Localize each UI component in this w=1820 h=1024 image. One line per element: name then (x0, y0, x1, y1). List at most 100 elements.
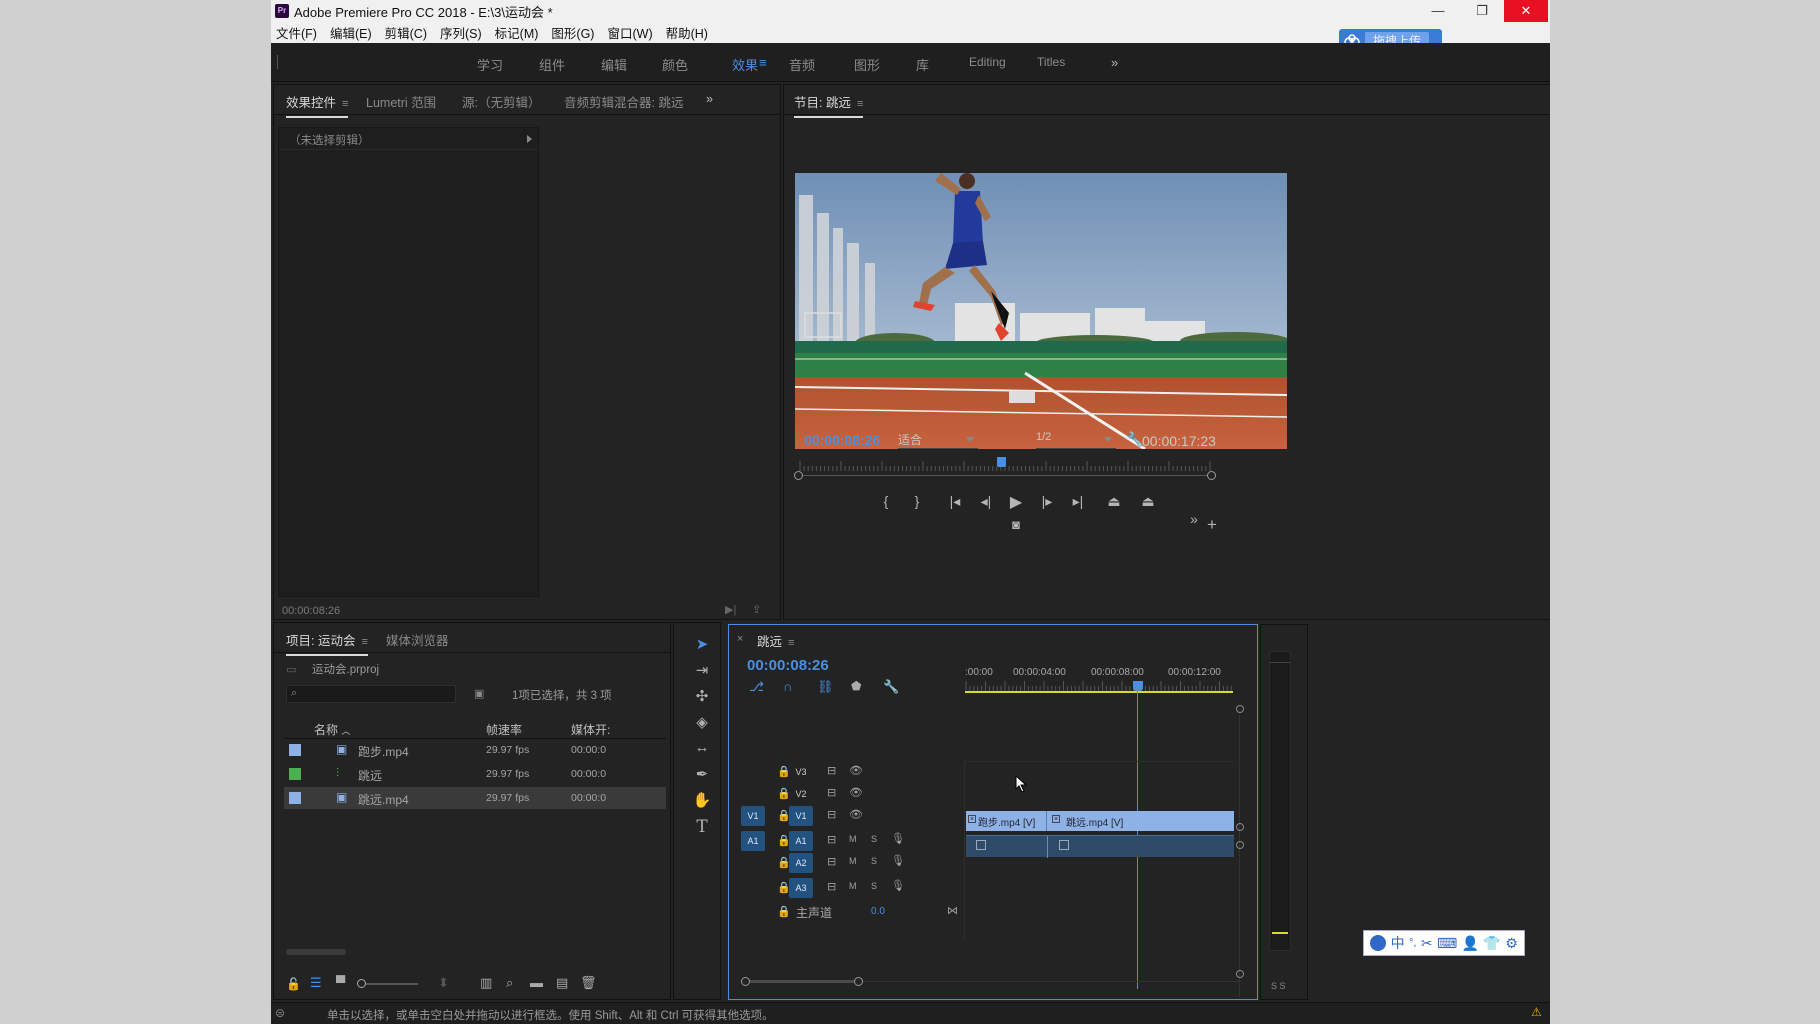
pen-tool-icon[interactable]: ✒ (689, 765, 715, 787)
label-color-swatch[interactable] (289, 744, 301, 756)
resolution-dropdown[interactable]: 1/2 (1036, 431, 1116, 449)
workspace-learn[interactable]: 学习 (477, 55, 503, 74)
workspace-libraries[interactable]: 库 (916, 55, 929, 74)
go-to-in-button[interactable]: |◂ (945, 493, 965, 510)
workspace-menu-icon[interactable]: ≡ (759, 55, 767, 70)
menu-file[interactable]: 文件(F) (276, 23, 317, 42)
source-patch-a1[interactable]: A1 (741, 831, 765, 851)
ime-scissors-icon[interactable]: ✂ (1421, 935, 1433, 952)
menu-sequence[interactable]: 序列(S) (440, 23, 482, 42)
tab-program[interactable]: 节目: 跳远 ≡ (794, 92, 864, 118)
timeline-settings-icon[interactable]: 🔧 (883, 679, 899, 695)
column-name[interactable]: 名称 ︿ (314, 721, 350, 738)
hand-tool-icon[interactable]: ✋ (689, 791, 715, 813)
vscroll-handle-audio[interactable] (1236, 841, 1244, 849)
program-current-timecode[interactable]: 00:00:08:26 (804, 432, 880, 448)
workspace-graphics[interactable]: 图形 (854, 55, 880, 74)
tab-project[interactable]: 项目: 运动会 ≡ (286, 630, 368, 656)
mute-button[interactable]: M (849, 856, 857, 866)
track-label-a1[interactable]: A1 (789, 831, 813, 851)
menu-edit[interactable]: 编辑(E) (330, 23, 372, 42)
track-label-v1[interactable]: V1 (789, 806, 813, 826)
nest-toggle-icon[interactable]: ⎇ (749, 679, 764, 695)
panel-menu-icon[interactable]: ≡ (857, 98, 863, 110)
microphone-icon[interactable]: 🎙 (891, 832, 905, 845)
mute-button[interactable]: M (849, 834, 857, 844)
workspace-editing[interactable]: 编辑 (601, 55, 627, 74)
hscroll-left-handle[interactable] (741, 977, 750, 986)
ime-punctuation-icon[interactable]: °, (1409, 937, 1416, 949)
master-volume-value[interactable]: 0.0 (871, 906, 885, 917)
export-icon[interactable]: ⇪ (752, 603, 761, 616)
workspace-editing-en[interactable]: Editing (969, 55, 1006, 69)
column-media-start[interactable]: 媒体开: (571, 721, 610, 738)
restore-button[interactable]: ❐ (1460, 0, 1504, 22)
close-tab-icon[interactable]: × (737, 633, 743, 645)
linked-selection-icon[interactable]: ⛓ (817, 679, 834, 695)
menu-graphics[interactable]: 图形(G) (551, 23, 594, 42)
sync-lock-icon[interactable]: ⊟ (827, 880, 836, 893)
selection-tool-icon[interactable]: ➤ (689, 635, 715, 657)
find-icon[interactable]: ⌕ (506, 975, 513, 991)
project-item-row[interactable]: ▣ 跑步.mp4 29.97 fps 00:00:0 (284, 739, 666, 761)
tab-audio-clip-mixer[interactable]: 音频剪辑混合器: 跳远 (564, 92, 683, 111)
timeline-ruler[interactable]: :00:00 00:00:04:00 00:00:08:00 00:00:12:… (965, 663, 1235, 693)
new-bin-icon[interactable]: ▬ (530, 975, 543, 990)
ime-skin-icon[interactable]: 👕 (1483, 935, 1500, 952)
workspace-effects[interactable]: 效果 (732, 55, 758, 74)
new-bin-from-search-icon[interactable]: ▣ (474, 687, 484, 700)
tab-media-browser[interactable]: 媒体浏览器 (386, 630, 449, 649)
step-forward-button[interactable]: |▸ (1037, 493, 1057, 510)
clear-icon[interactable]: 🗑 (580, 975, 597, 991)
step-back-button[interactable]: ◂| (976, 493, 996, 510)
lock-icon[interactable]: 🔒 (777, 905, 791, 918)
icon-view-icon[interactable]: ▀ (336, 975, 345, 990)
track-label-a3[interactable]: A3 (789, 878, 813, 898)
sync-lock-icon[interactable]: ⊟ (827, 764, 836, 777)
eye-icon[interactable]: 👁 (849, 808, 863, 821)
workspace-titles[interactable]: Titles (1037, 55, 1065, 69)
label-color-swatch[interactable] (289, 768, 301, 780)
sort-icon[interactable]: ⬍ (438, 975, 449, 991)
timeline-playhead-handle[interactable] (1133, 681, 1143, 691)
menu-marker[interactable]: 标记(M) (495, 23, 539, 42)
clip-paobu-audio[interactable] (966, 836, 1048, 858)
lock-icon[interactable]: 🔓 (286, 977, 301, 991)
zoom-handle-left[interactable] (794, 471, 803, 480)
ime-keyboard-icon[interactable]: ⌨ (1437, 935, 1457, 952)
go-to-out-button[interactable]: ▸| (1068, 493, 1088, 510)
tab-lumetri-scopes[interactable]: Lumetri 范围 (366, 92, 436, 111)
clip-tiaoyuan-video[interactable]: × 跳远.mp4 [V] (1048, 811, 1234, 831)
mark-out-button[interactable]: } (907, 493, 927, 509)
source-patch-v1[interactable]: V1 (741, 806, 765, 826)
project-item-row[interactable]: ⫶ 跳远 29.97 fps 00:00:0 (284, 763, 666, 785)
vscroll-handle-video[interactable] (1236, 823, 1244, 831)
track-label-v3[interactable]: V3 (789, 762, 813, 782)
work-area-bar[interactable] (965, 691, 1233, 693)
menu-help[interactable]: 帮助(H) (666, 23, 708, 42)
project-search-input[interactable]: ⌕ (286, 685, 456, 703)
new-item-icon[interactable]: ▤ (556, 975, 568, 991)
ime-chinese-toggle[interactable]: 中 (1391, 933, 1405, 953)
warning-icon[interactable]: ⚠ (1531, 1005, 1542, 1019)
menu-clip[interactable]: 剪辑(C) (385, 23, 427, 42)
vscroll-handle-top[interactable] (1236, 705, 1244, 713)
microphone-icon[interactable]: 🎙 (891, 854, 905, 867)
track-label-a2[interactable]: A2 (789, 853, 813, 873)
ripple-edit-tool-icon[interactable]: ✣ (689, 687, 715, 709)
ime-logo-icon[interactable] (1370, 935, 1387, 951)
program-time-ruler[interactable] (798, 457, 1212, 471)
extract-button[interactable]: ⏏ (1138, 493, 1158, 510)
tab-source[interactable]: 源:（无剪辑） (462, 92, 540, 111)
meter-solo-labels[interactable]: S S (1271, 981, 1286, 991)
lift-button[interactable]: ⏏ (1104, 493, 1124, 510)
hscroll-thumb[interactable] (750, 980, 854, 983)
mute-button[interactable]: M (849, 881, 857, 891)
ime-settings-icon[interactable]: ⚙ (1505, 935, 1518, 952)
clip-paobu-video[interactable]: × 跑步.mp4 [V] (966, 811, 1047, 831)
solo-button[interactable]: S (871, 881, 877, 891)
project-item-row[interactable]: ▣ 跳远.mp4 29.97 fps 00:00:0 (284, 787, 666, 809)
panel-menu-icon[interactable]: ≡ (361, 636, 367, 648)
more-tabs-icon[interactable]: » (706, 92, 713, 106)
track-label-v2[interactable]: V2 (789, 784, 813, 804)
